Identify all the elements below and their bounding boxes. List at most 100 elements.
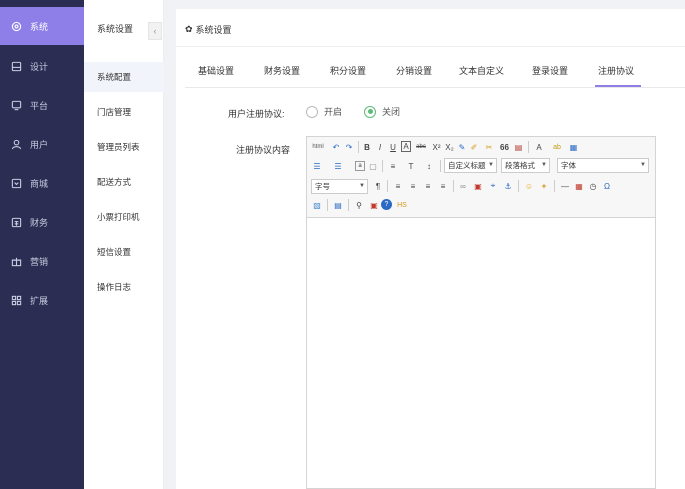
tab-basic[interactable]: 基础设置 [198, 64, 234, 77]
nav-label: 扩展 [30, 295, 49, 306]
italic-button[interactable]: I [375, 140, 385, 154]
link-icon[interactable]: ∞ [457, 179, 469, 193]
superscript-button[interactable]: X² [431, 140, 442, 154]
paste-plain-icon[interactable]: ▤ [513, 140, 524, 154]
format-brush-icon[interactable]: ✐ [469, 140, 479, 154]
ordered-list-icon[interactable]: ☰ [311, 159, 323, 173]
rich-text-editor: html ↶ ↷ B I U A abc X² X₂ ✎ ✐ ✂ 66 ▤ A … [306, 136, 656, 489]
user-icon [11, 139, 22, 150]
eraser-icon[interactable]: ✎ [457, 140, 467, 154]
horizontal-rule-icon[interactable]: — [559, 179, 571, 193]
font-size-select[interactable]: 字号 ▼ [311, 179, 368, 194]
tab-register-agreement[interactable]: 注册协议 [598, 64, 634, 77]
undo-icon[interactable]: ↶ [331, 140, 341, 154]
nav-item-finance[interactable]: 财务 [0, 203, 84, 241]
subnav-item-printer[interactable]: 小票打印机 [84, 202, 164, 232]
radio-disable[interactable]: 关闭 [364, 105, 400, 118]
nav-label: 用户 [30, 139, 49, 150]
select-all-box-icon[interactable]: a [355, 161, 365, 171]
blockquote-button[interactable]: 66 [499, 140, 510, 154]
font-border-button[interactable]: A [401, 141, 411, 152]
nav-item-marketing[interactable]: 营销 [0, 242, 84, 280]
row-spacing-bottom-icon[interactable]: T [404, 159, 418, 173]
paragraph-format-select[interactable]: 段落格式 ▼ [501, 158, 550, 173]
preview-icon[interactable]: ▣ [368, 198, 380, 212]
font-family-value: 字体 [561, 161, 576, 170]
chevron-down-icon: ▼ [488, 162, 494, 168]
divider [176, 46, 685, 47]
chinese-chars-icon[interactable]: HS [395, 198, 409, 212]
strikethrough-button[interactable]: abc [414, 140, 428, 154]
main-sidebar: 系统 设计 平台 用户 商城 财务 营销 扩展 [0, 0, 84, 489]
align-right-icon[interactable]: ≡ [422, 179, 434, 193]
find-replace-icon[interactable]: ⚲ [353, 198, 365, 212]
subnav-item-store[interactable]: 门店管理 [84, 97, 164, 127]
separator [327, 199, 328, 211]
template-icon[interactable]: ✦ [538, 179, 550, 193]
help-icon[interactable]: ? [381, 199, 392, 210]
nav-label: 商城 [30, 178, 49, 189]
monitor-icon [11, 100, 22, 111]
tab-finance[interactable]: 财务设置 [264, 64, 300, 77]
clock-icon[interactable]: ◷ [587, 179, 599, 193]
subnav-item-delivery[interactable]: 配送方式 [84, 167, 164, 197]
font-family-select[interactable]: 字体 ▼ [557, 158, 649, 173]
font-color-button[interactable]: A [532, 140, 546, 154]
chevron-down-icon: ▼ [359, 183, 365, 189]
nav-label: 财务 [30, 217, 49, 228]
collapse-button[interactable]: ‹ [148, 22, 162, 40]
row-spacing-top-icon[interactable]: ≡ [386, 159, 400, 173]
nav-item-design[interactable]: 设计 [0, 47, 84, 85]
radio-circle [306, 105, 318, 118]
tab-login[interactable]: 登录设置 [532, 64, 568, 77]
font-size-value: 字号 [315, 182, 330, 191]
paragraph-direction-icon[interactable]: ¶ [373, 179, 383, 193]
image-icon[interactable]: ▣ [472, 179, 484, 193]
nav-item-system[interactable]: 系统 [0, 7, 84, 45]
html-source-button[interactable]: html [311, 140, 325, 154]
editor-content-area[interactable] [307, 219, 655, 488]
map-icon[interactable]: ⌖ [487, 179, 499, 193]
nav-item-user[interactable]: 用户 [0, 125, 84, 163]
special-char-icon[interactable]: Ω [601, 179, 613, 193]
background-icon[interactable]: ▧ [311, 198, 323, 212]
content-label: 注册协议内容 [236, 145, 291, 155]
emoji-icon[interactable]: ☺ [523, 179, 535, 193]
subnav-item-system-config[interactable]: 系统配置 [84, 62, 164, 92]
nav-item-extend[interactable]: 扩展 [0, 281, 84, 319]
anchor-icon[interactable]: ⚓ [502, 179, 514, 193]
table-icon[interactable]: ▤ [332, 198, 344, 212]
tab-distribution[interactable]: 分销设置 [396, 64, 432, 77]
separator [528, 141, 529, 153]
redo-icon[interactable]: ↷ [344, 140, 354, 154]
align-justify-icon[interactable]: ≡ [437, 179, 449, 193]
subnav-item-admins[interactable]: 管理员列表 [84, 132, 164, 162]
radio-enable[interactable]: 开启 [306, 105, 342, 118]
auto-format-icon[interactable]: ✂ [482, 140, 496, 154]
chevron-down-icon: ▼ [640, 162, 646, 168]
date-icon[interactable]: ▦ [573, 179, 585, 193]
bold-button[interactable]: B [362, 140, 372, 154]
tab-points[interactable]: 积分设置 [330, 64, 366, 77]
tab-custom-text[interactable]: 文本自定义 [459, 64, 504, 77]
subscript-button[interactable]: X₂ [444, 140, 455, 154]
align-center-icon[interactable]: ≡ [407, 179, 419, 193]
select-all-icon[interactable]: ▦ [568, 140, 579, 154]
subnav-item-sms[interactable]: 短信设置 [84, 237, 164, 267]
highlight-color-button[interactable]: ab [549, 140, 565, 154]
separator [453, 180, 454, 192]
underline-button[interactable]: U [388, 140, 398, 154]
editor-toolbar: html ↶ ↷ B I U A abc X² X₂ ✎ ✐ ✂ 66 ▤ A … [307, 137, 655, 218]
unordered-list-icon[interactable]: ☰ [332, 159, 344, 173]
line-height-icon[interactable]: ↕ [422, 159, 436, 173]
chevron-down-icon: ▼ [541, 162, 547, 168]
nav-item-platform[interactable]: 平台 [0, 86, 84, 124]
align-left-icon[interactable]: ≡ [392, 179, 404, 193]
active-tab-indicator [595, 85, 641, 87]
clear-doc-icon[interactable]: ▢ [368, 159, 378, 173]
separator [387, 180, 388, 192]
grid-icon [11, 295, 22, 306]
custom-title-select[interactable]: 自定义标题 ▼ [444, 158, 497, 173]
nav-item-shop[interactable]: 商城 [0, 164, 84, 202]
subnav-item-log[interactable]: 操作日志 [84, 272, 164, 302]
